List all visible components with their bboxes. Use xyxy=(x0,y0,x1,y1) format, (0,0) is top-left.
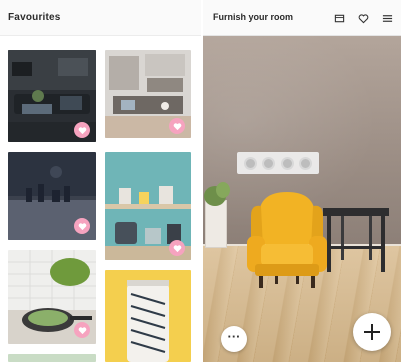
color-swatch[interactable] xyxy=(280,156,294,170)
color-swatch[interactable] xyxy=(262,156,276,170)
yellow-vase-photo xyxy=(105,270,191,362)
favourites-title: Favourites xyxy=(8,12,61,23)
favourite-heart-icon[interactable] xyxy=(74,122,90,138)
color-swatch[interactable] xyxy=(243,156,257,170)
plus-icon xyxy=(364,324,380,340)
furnish-header: Furnish your room xyxy=(203,0,401,36)
armchair-illustration xyxy=(247,192,327,288)
favourites-header: Favourites xyxy=(0,0,201,36)
favourite-heart-icon[interactable] xyxy=(74,322,90,338)
more-dots-icon: ··· xyxy=(227,329,241,344)
favourite-tile-partial[interactable] xyxy=(8,354,96,362)
add-furniture-button[interactable] xyxy=(353,313,391,351)
furnish-title: Furnish your room xyxy=(213,12,294,22)
app-screen: Favourites ··· Furnish your room xyxy=(0,0,401,362)
cube-outline-icon[interactable] xyxy=(331,10,347,26)
armchair[interactable] xyxy=(245,186,329,296)
panel-divider xyxy=(201,0,203,362)
favourite-heart-icon[interactable] xyxy=(169,118,185,134)
side-table[interactable] xyxy=(321,206,391,276)
favourite-tile-pan[interactable] xyxy=(8,250,96,344)
favourite-tile-dark-table[interactable] xyxy=(8,152,96,240)
favourite-tile-living-room[interactable] xyxy=(8,50,96,142)
favourite-heart-icon[interactable] xyxy=(74,218,90,234)
plant xyxy=(204,182,230,206)
menu-lines-icon[interactable] xyxy=(379,10,395,26)
favourite-tile-teal-shelf[interactable] xyxy=(105,152,191,260)
favourite-heart-icon[interactable] xyxy=(169,240,185,256)
favourite-tile-kitchen[interactable] xyxy=(105,50,191,138)
color-swatch[interactable] xyxy=(299,156,313,170)
favourite-tile-yellow-vase[interactable] xyxy=(105,270,191,362)
furnish-room-panel: ··· Furnish your room xyxy=(203,0,401,362)
heart-outline-icon[interactable] xyxy=(355,10,371,26)
color-chooser xyxy=(237,152,319,174)
favourites-panel: Favourites xyxy=(0,0,201,362)
more-options-button[interactable]: ··· xyxy=(221,326,247,352)
side-table-illustration xyxy=(323,208,389,272)
